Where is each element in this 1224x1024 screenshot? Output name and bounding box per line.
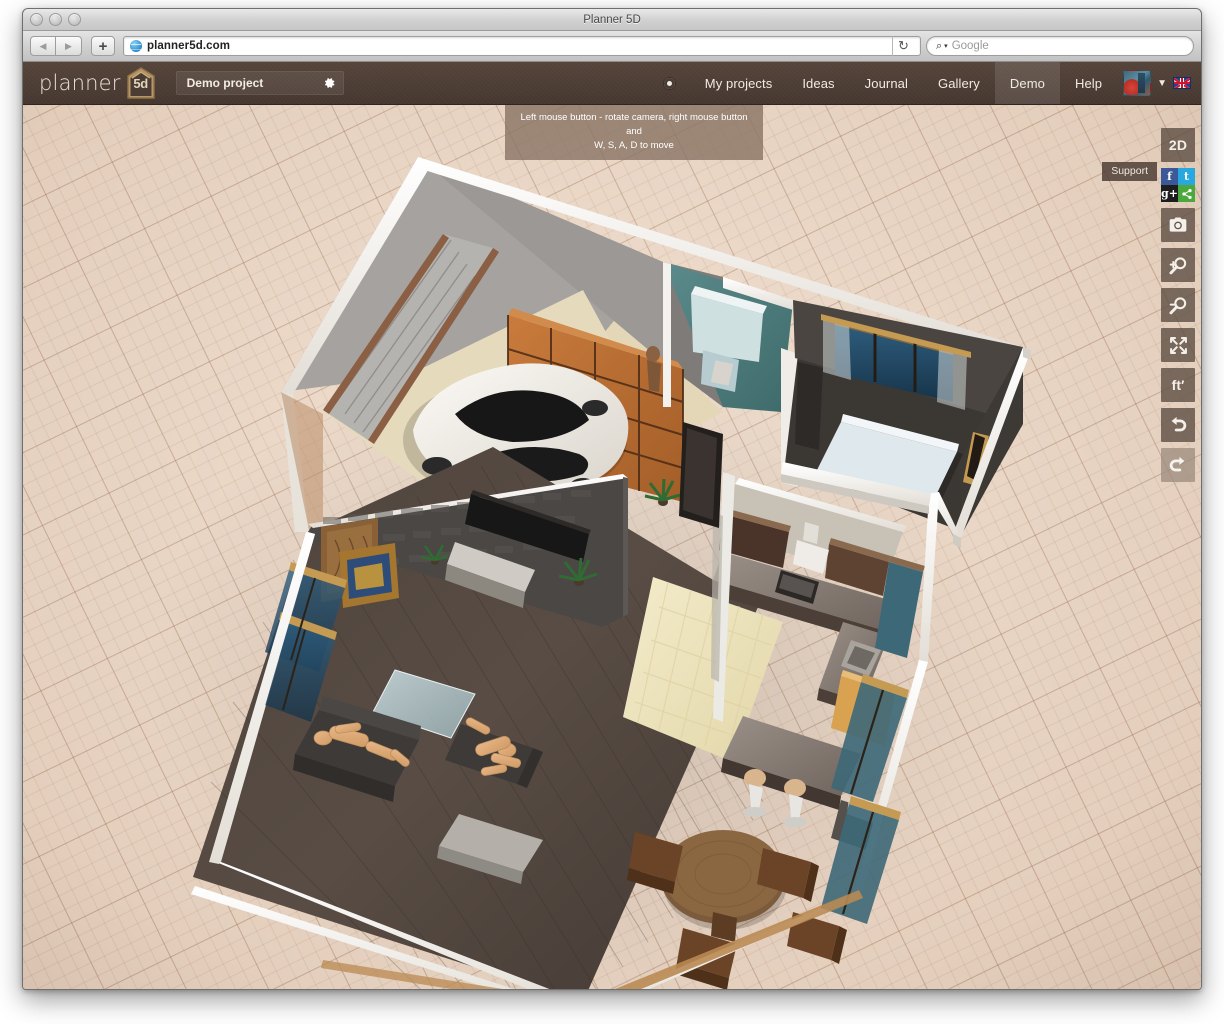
- units-button[interactable]: ft′: [1161, 368, 1195, 402]
- project-name-value: Demo project: [187, 76, 264, 90]
- app-logo[interactable]: planner 5d: [23, 62, 164, 104]
- nav-item-my-projects[interactable]: My projects: [690, 62, 788, 104]
- browser-titlebar: Planner 5D: [23, 9, 1201, 31]
- close-button[interactable]: [30, 13, 43, 26]
- twitter-icon[interactable]: t: [1178, 168, 1195, 185]
- globe-icon: [130, 40, 142, 52]
- google-plus-icon[interactable]: g+: [1161, 185, 1178, 202]
- nav-button-group: ◀ ▶: [30, 36, 82, 56]
- new-tab-button[interactable]: +: [91, 36, 115, 56]
- forward-button[interactable]: ▶: [56, 36, 82, 56]
- language-flag-icon[interactable]: [1173, 77, 1191, 89]
- record-dot-icon: [664, 78, 675, 89]
- share-icon[interactable]: [1178, 185, 1195, 202]
- back-button[interactable]: ◀: [30, 36, 56, 56]
- zoom-button[interactable]: [68, 13, 81, 26]
- nav-item-record[interactable]: [649, 62, 690, 104]
- camera-hint-tooltip: Left mouse button - rotate camera, right…: [505, 105, 763, 160]
- logo-badge-text: 5d: [133, 76, 147, 91]
- planner5d-app: planner 5d Demo project: [23, 62, 1201, 990]
- app-header: planner 5d Demo project: [23, 62, 1201, 105]
- minimize-button[interactable]: [49, 13, 62, 26]
- viewport-toolbar: 2D f t g+: [1161, 128, 1195, 482]
- avatar[interactable]: [1123, 70, 1151, 96]
- nav-item-ideas[interactable]: Ideas: [787, 62, 849, 104]
- undo-button[interactable]: [1161, 408, 1195, 442]
- support-button[interactable]: Support: [1102, 162, 1157, 181]
- zoom-out-button[interactable]: [1161, 288, 1195, 322]
- nav-item-gallery[interactable]: Gallery: [923, 62, 995, 104]
- logo-badge: 5d: [126, 67, 156, 100]
- screenshot-button[interactable]: [1161, 208, 1195, 242]
- user-menu[interactable]: ▼: [1117, 62, 1201, 104]
- camera-hint-line-2: W, S, A, D to move: [513, 139, 755, 153]
- search-box[interactable]: ⌕ ▾ Google: [926, 36, 1194, 56]
- view-mode-2d-button[interactable]: 2D: [1161, 128, 1195, 162]
- address-bar-url: planner5d.com: [147, 40, 230, 52]
- facebook-icon[interactable]: f: [1161, 168, 1178, 185]
- project-name-field[interactable]: Demo project: [176, 71, 344, 95]
- main-navigation: My projects Ideas Journal Gallery Demo H…: [649, 62, 1201, 104]
- redo-icon: [1167, 454, 1189, 476]
- zoom-out-icon: [1168, 295, 1189, 316]
- nav-item-help[interactable]: Help: [1060, 62, 1117, 104]
- redo-button[interactable]: [1161, 448, 1195, 482]
- address-bar[interactable]: planner5d.com ↻: [123, 36, 921, 56]
- gear-icon[interactable]: [322, 76, 336, 90]
- window-controls[interactable]: [30, 13, 81, 26]
- zoom-in-icon: [1168, 255, 1189, 276]
- reload-icon[interactable]: ↻: [892, 36, 914, 56]
- floorplan-3d-render: [23, 62, 1201, 990]
- nav-item-demo[interactable]: Demo: [995, 62, 1060, 104]
- search-dropdown-icon[interactable]: ▾: [944, 42, 948, 50]
- social-share-buttons[interactable]: f t g+: [1161, 168, 1195, 202]
- nav-item-journal[interactable]: Journal: [850, 62, 923, 104]
- camera-hint-line-1: Left mouse button - rotate camera, right…: [513, 111, 755, 139]
- fullscreen-icon: [1168, 335, 1189, 356]
- camera-icon: [1168, 215, 1188, 235]
- browser-toolbar: ◀ ▶ + planner5d.com ↻ ⌕ ▾ Google: [23, 31, 1201, 62]
- logo-wordmark: planner: [39, 71, 121, 95]
- fullscreen-button[interactable]: [1161, 328, 1195, 362]
- share-glyph: [1181, 188, 1193, 200]
- search-icon: ⌕: [936, 40, 942, 53]
- search-placeholder: Google: [952, 40, 989, 52]
- undo-icon: [1167, 414, 1189, 436]
- gear-glyph: [322, 76, 336, 90]
- zoom-in-button[interactable]: [1161, 248, 1195, 282]
- floorplan-3d-viewport[interactable]: [23, 62, 1201, 990]
- chevron-down-icon[interactable]: ▼: [1157, 78, 1167, 89]
- browser-window: Planner 5D ◀ ▶ + planner5d.com ↻ ⌕ ▾ Goo…: [22, 8, 1202, 990]
- window-title: Planner 5D: [23, 9, 1201, 31]
